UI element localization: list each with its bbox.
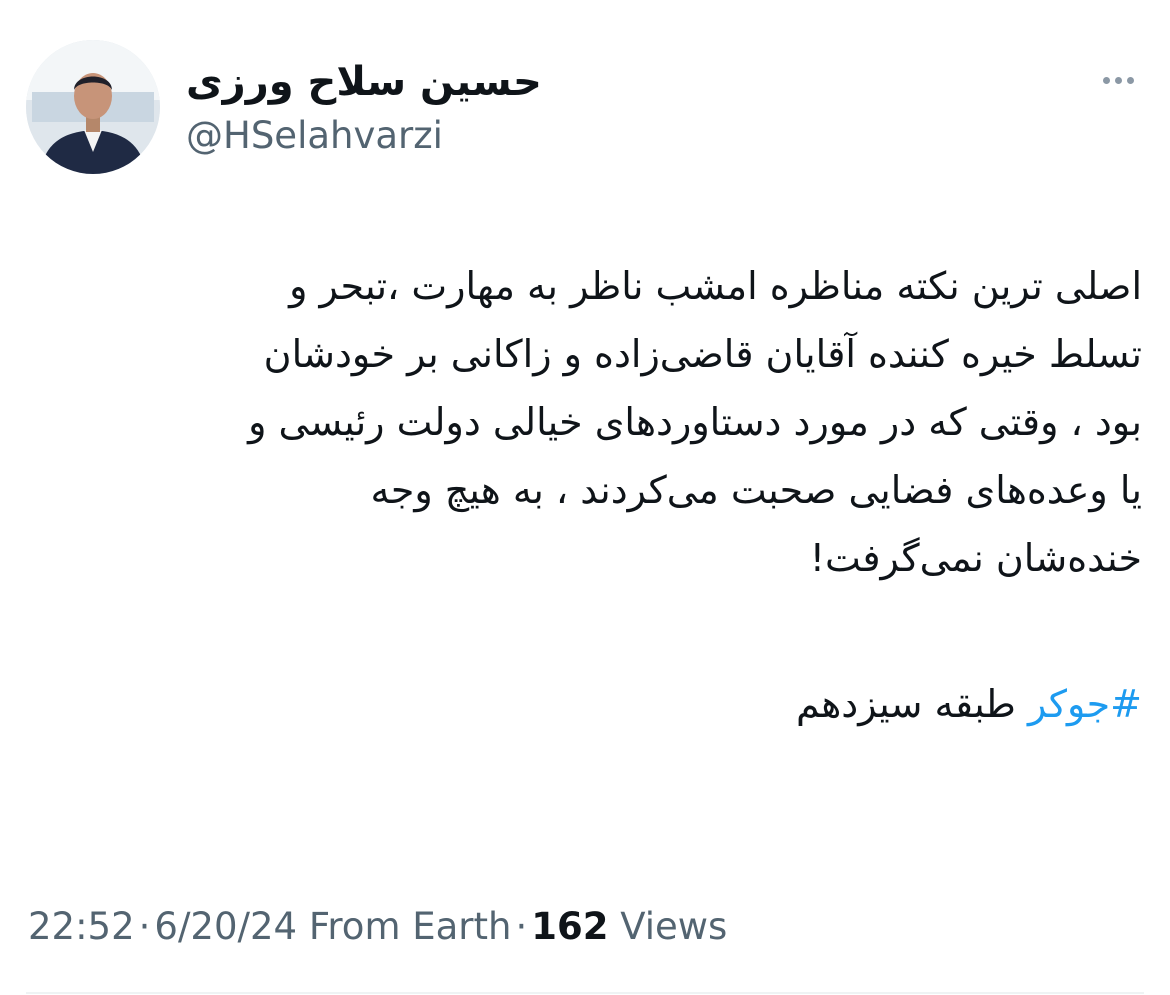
tweet-hashtag-line: #جوکر طبقه سیزدهم xyxy=(30,670,1142,738)
tweet-text-line: بود ، وقتی که در مورد دستاوردهای خیالی د… xyxy=(248,400,1142,444)
tweet-text: اصلی ترین نکته مناظره امشب ناظر به مهارت… xyxy=(30,252,1142,592)
tweet-text-line: خنده‌شان نمی‌گرفت! xyxy=(809,536,1142,580)
tweet-text-line: اصلی ترین نکته مناظره امشب ناظر به مهارت… xyxy=(289,264,1142,308)
profile-photo-icon xyxy=(26,40,160,174)
tweet-date[interactable]: 6/20/24 xyxy=(154,905,297,948)
tweet-source: From Earth xyxy=(308,905,512,948)
tweet-text-line: تسلط خیره کننده آقایان قاضی‌زاده و زاکان… xyxy=(263,332,1142,376)
tweet-metadata: 22:52 · 6/20/24 From Earth · 162 Views xyxy=(28,902,727,952)
meta-separator: · xyxy=(515,905,528,948)
views-count[interactable]: 162 xyxy=(531,905,608,948)
tweet-text-line: یا وعده‌های فضایی صحبت می‌کردند ، به هیچ… xyxy=(370,468,1142,512)
views-label[interactable]: Views xyxy=(620,905,727,948)
meta-separator: · xyxy=(138,905,151,948)
more-horizontal-icon-dot xyxy=(1114,76,1122,84)
divider xyxy=(26,992,1144,994)
more-horizontal-icon-dot xyxy=(1126,76,1134,84)
author-handle[interactable]: @HSelahvarzi xyxy=(186,112,443,160)
more-horizontal-icon xyxy=(1102,76,1110,84)
avatar[interactable] xyxy=(26,40,160,174)
more-options-button[interactable] xyxy=(1094,62,1142,98)
author-display-name[interactable]: حسین سلاح ورزی xyxy=(186,56,542,108)
hashtag-suffix-text: طبقه سیزدهم xyxy=(795,682,1016,726)
hashtag-link[interactable]: #جوکر xyxy=(1028,682,1142,726)
tweet-time[interactable]: 22:52 xyxy=(28,905,135,948)
